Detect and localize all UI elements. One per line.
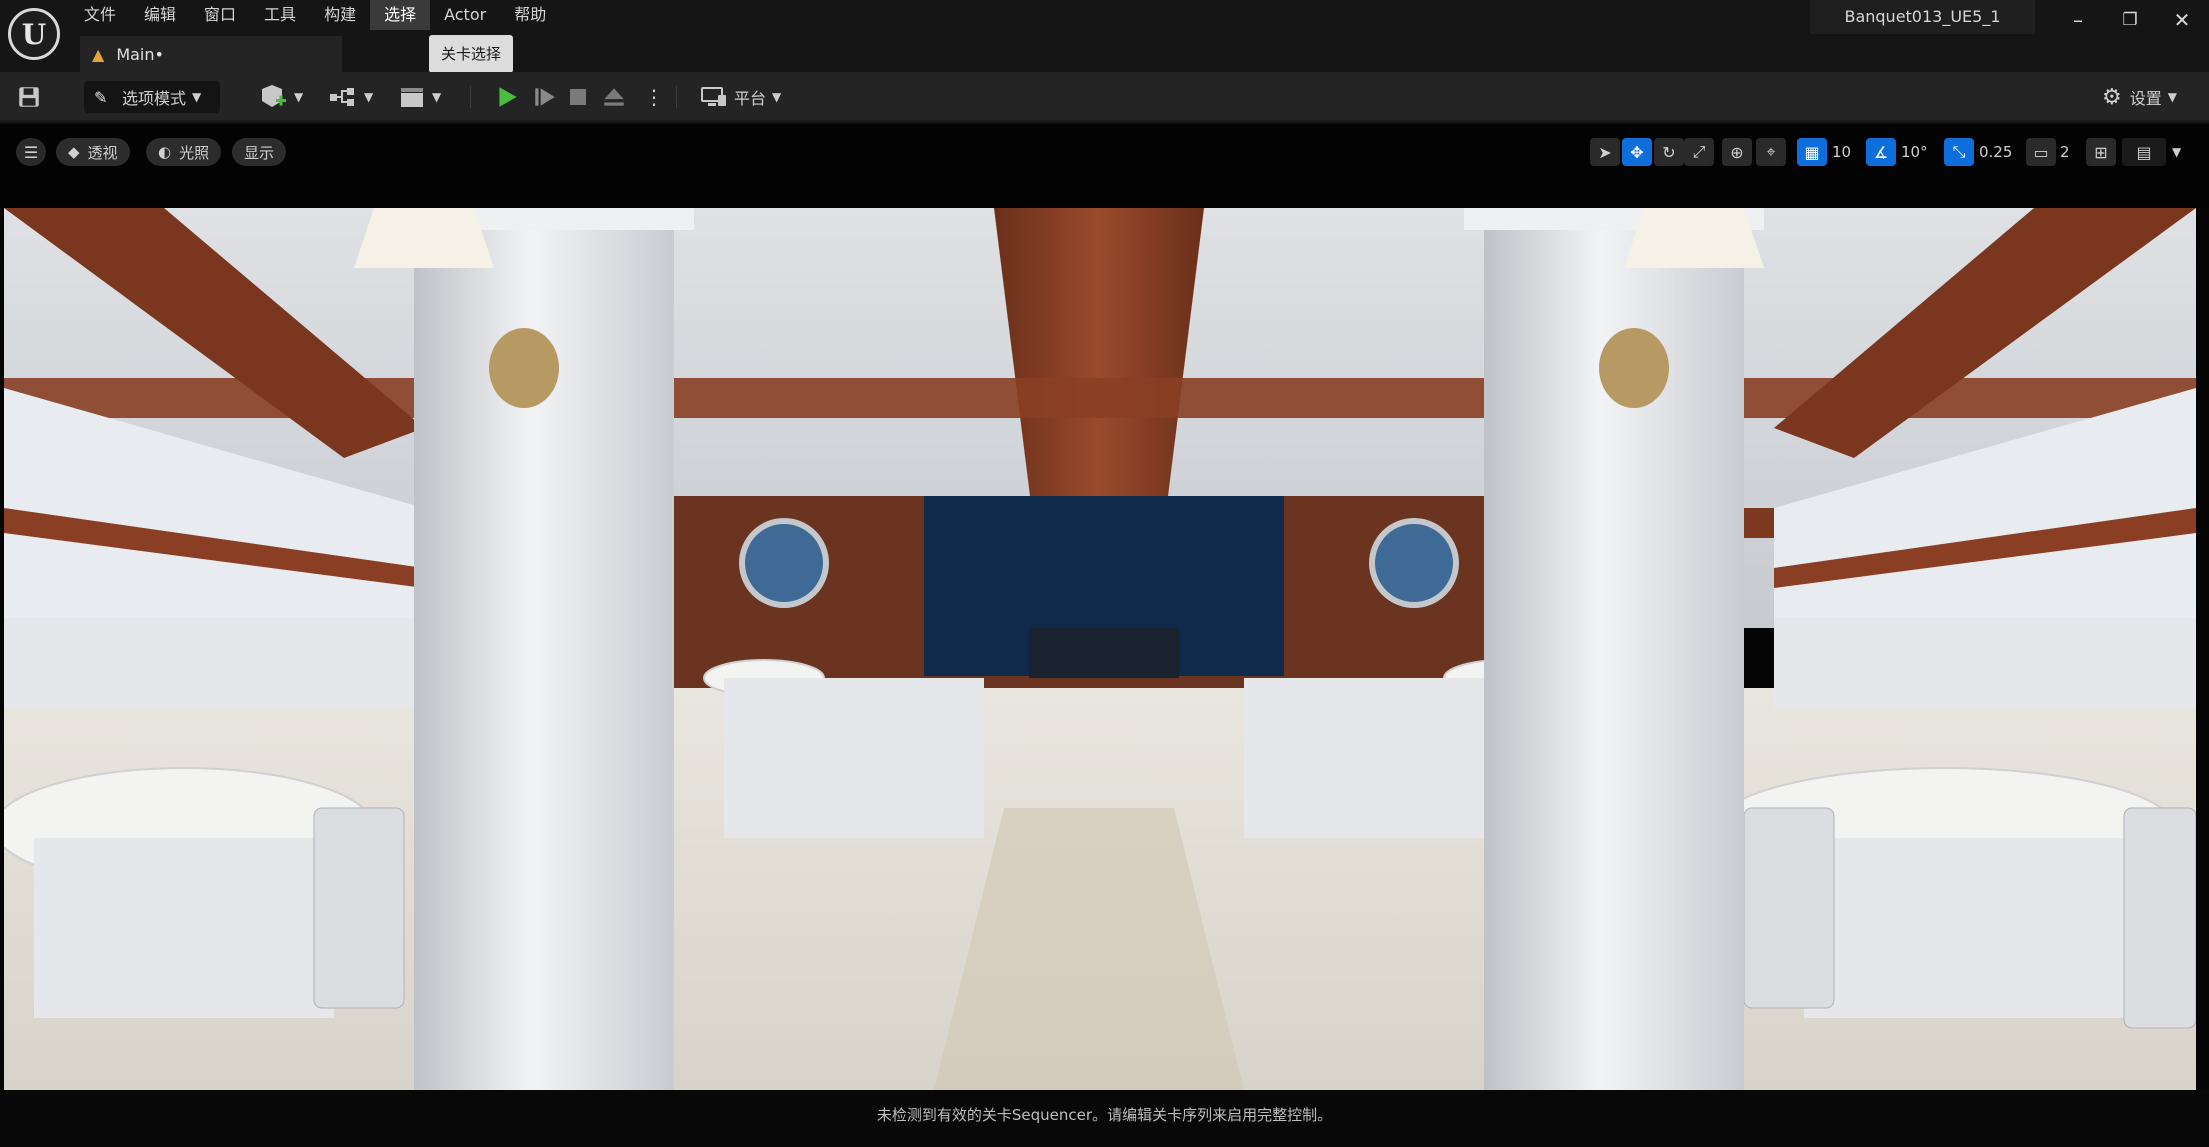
grid-snap-value[interactable]: 10	[1832, 138, 1851, 166]
lighting-label: 光照	[179, 143, 210, 162]
platform-button[interactable]: 平台 ▼	[700, 81, 781, 113]
blueprint-button[interactable]: ▼	[328, 81, 373, 113]
settings-button[interactable]: ⚙ 设置 ▼	[2102, 81, 2177, 113]
show-button[interactable]: 显示	[232, 138, 287, 166]
chevron-down-icon: ▼	[294, 90, 304, 104]
rotation-snap-value[interactable]: 10°	[1901, 138, 1928, 166]
mode-icon: ✎	[94, 88, 108, 107]
mode-selector[interactable]: ✎ 选项模式 ▼	[84, 81, 220, 113]
stop-icon	[570, 89, 586, 105]
hamburger-icon[interactable]: ☰	[16, 138, 46, 166]
perspective-button[interactable]: ◆ 透视	[56, 138, 130, 166]
menu-select[interactable]: 选择	[370, 0, 431, 30]
viewport-status-message: 未检测到有效的关卡Sequencer。请编辑关卡序列来启用完整控制。	[0, 1090, 2209, 1147]
translate-icon[interactable]: ✥	[1622, 138, 1652, 166]
level-viewport[interactable]: ☰ ◆ 透视 ◐ 光照 显示 ➤ ✥ ↻ ⤢ ⊕ ⌖ ▦ 10 ∡ 10° ⤡ …	[0, 124, 2209, 1147]
close-button[interactable]: ✕	[2156, 0, 2208, 40]
camera-icon[interactable]: ▭	[2026, 138, 2056, 166]
lighting-icon: ◐	[158, 143, 172, 161]
chevron-down-icon[interactable]: ▼	[2172, 138, 2181, 166]
settings-label: 设置	[2129, 89, 2162, 108]
play-button[interactable]	[494, 81, 520, 113]
lighting-button[interactable]: ◐ 光照	[146, 138, 222, 166]
layout-icon[interactable]: ⊞	[2086, 138, 2116, 166]
platform-icon	[701, 87, 726, 106]
menu-actor[interactable]: Actor	[430, 0, 500, 30]
title-bar: U 文件 编辑 窗口 工具 构建 选择 Actor 帮助 ▲ Main• 关卡选…	[0, 0, 2209, 73]
perspective-cube-icon: ◆	[68, 143, 80, 161]
surface-snap-icon[interactable]: ⌖	[1756, 138, 1786, 166]
gear-icon: ⚙	[2102, 84, 2122, 110]
scale-icon[interactable]: ⤢	[1684, 138, 1714, 166]
divider	[676, 86, 677, 108]
chevron-down-icon: ▼	[2167, 90, 2177, 104]
project-name: Banquet013_UE5_1	[1810, 0, 2035, 34]
grid-snap-icon[interactable]: ▦	[1797, 138, 1827, 166]
rotate-icon[interactable]: ↻	[1654, 138, 1684, 166]
tooltip: 关卡选择	[429, 35, 514, 73]
minimize-button[interactable]: –	[2052, 0, 2104, 40]
step-button[interactable]	[532, 81, 558, 113]
mode-label: 选项模式	[122, 89, 187, 108]
document-tab-main[interactable]: ▲ Main•	[80, 36, 342, 72]
divider	[470, 86, 471, 108]
chevron-down-icon: ▼	[772, 90, 782, 104]
platform-label: 平台	[734, 89, 767, 108]
step-icon	[535, 88, 555, 106]
world-icon[interactable]: ⊕	[1722, 138, 1752, 166]
add-actor-icon	[262, 85, 286, 107]
select-icon[interactable]: ➤	[1590, 138, 1620, 166]
cinematics-icon	[401, 88, 423, 107]
stop-button[interactable]	[566, 81, 590, 113]
menu-help[interactable]: 帮助	[500, 0, 560, 30]
chevron-down-icon: ▼	[432, 90, 442, 104]
eject-icon	[604, 88, 624, 106]
perspective-label: 透视	[87, 143, 118, 162]
save-icon	[19, 87, 39, 107]
menu-bar: 文件 编辑 窗口 工具 构建 选择 Actor 帮助	[70, 0, 560, 30]
restore-button[interactable]: ❐	[2104, 0, 2156, 40]
chevron-down-icon: ▼	[192, 90, 202, 104]
scale-snap-value[interactable]: 0.25	[1979, 138, 2012, 166]
scene-render[interactable]	[4, 208, 2196, 1090]
save-button[interactable]	[16, 81, 42, 113]
play-icon	[499, 87, 517, 107]
menu-file[interactable]: 文件	[70, 0, 130, 30]
menu-tools[interactable]: 工具	[250, 0, 310, 30]
more-icon[interactable]: ⋮	[644, 81, 664, 113]
camera-speed-value[interactable]: 2	[2060, 138, 2070, 166]
show-label: 显示	[244, 143, 275, 162]
cinematics-button[interactable]: ▼	[398, 81, 441, 113]
chevron-down-icon: ▼	[364, 90, 374, 104]
viewport-toolbar: ☰ ◆ 透视 ◐ 光照 显示 ➤ ✥ ↻ ⤢ ⊕ ⌖ ▦ 10 ∡ 10° ⤡ …	[0, 124, 2209, 208]
unreal-logo-icon[interactable]: U	[8, 8, 60, 60]
main-toolbar: ✎ 选项模式 ▼ ▼ ▼ ▼ ⋮ 平台 ▼ ⚙ 设置 ▼	[0, 72, 2209, 122]
eject-button[interactable]	[601, 81, 627, 113]
menu-window[interactable]: 窗口	[190, 0, 250, 30]
scale-snap-icon[interactable]: ⤡	[1944, 138, 1974, 166]
document-tab-label: Main•	[116, 44, 164, 64]
menu-edit[interactable]: 编辑	[130, 0, 190, 30]
menu-build[interactable]: 构建	[310, 0, 370, 30]
banquet-hall-render	[4, 208, 2196, 1090]
level-icon: ▲	[92, 44, 105, 64]
viewport-layout-icon[interactable]: ▤	[2122, 138, 2166, 166]
add-actor-button[interactable]: ▼	[258, 81, 303, 113]
blueprint-icon	[330, 88, 354, 106]
rotation-snap-icon[interactable]: ∡	[1866, 138, 1896, 166]
